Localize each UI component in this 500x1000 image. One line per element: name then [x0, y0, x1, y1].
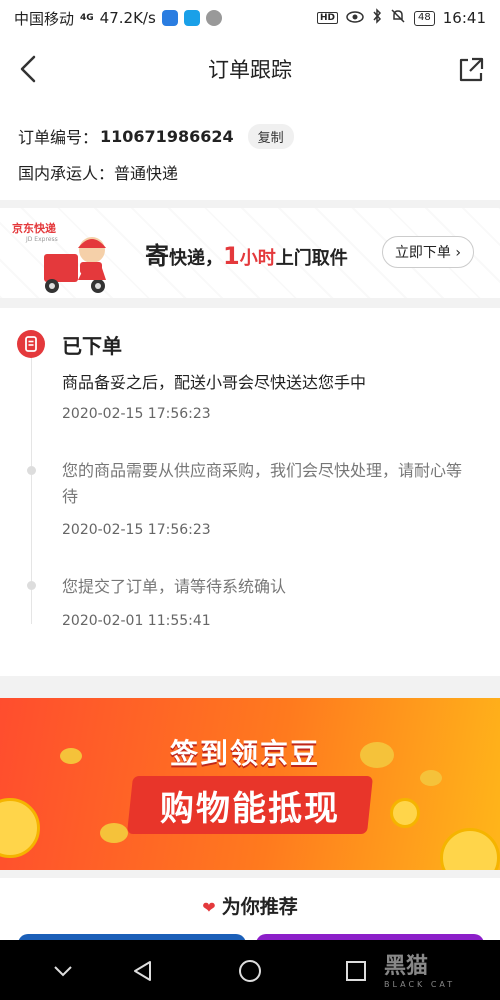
order-status-icon	[17, 330, 45, 358]
system-nav-bar: 黑猫 BLACK CAT	[0, 940, 500, 1000]
chevron-down-icon[interactable]	[50, 958, 76, 984]
app-notification-icon	[205, 10, 222, 26]
promo-subtitle: 购物能抵现	[160, 788, 340, 829]
timeline-event-message: 商品备妥之后，配送小哥会尽快送达您手中	[62, 373, 367, 392]
tracking-timeline: 已下单 商品备妥之后，配送小哥会尽快送达您手中 2020-02-15 17:56…	[0, 308, 500, 676]
chevron-right-icon: ›	[455, 245, 461, 261]
bean-decoration	[420, 770, 442, 786]
coin-decoration	[0, 798, 40, 858]
eye-icon	[346, 9, 364, 27]
promo-title: 签到领京豆	[170, 737, 321, 770]
app-notification-icon	[161, 10, 178, 26]
recommend-section: ❤ 为你推荐	[0, 878, 500, 944]
order-info-section: 订单编号： 110671986624 复制 国内承运人： 普通快递	[0, 102, 500, 200]
battery-indicator: 48	[414, 10, 435, 26]
order-status: 已下单	[62, 334, 122, 358]
bean-decoration	[60, 748, 82, 764]
promo-subtitle-box: 购物能抵现	[126, 776, 374, 834]
timeline-dot	[27, 581, 36, 590]
timeline-event-time: 2020-02-15 17:56:23	[62, 406, 211, 422]
heart-icon: ❤	[202, 898, 216, 917]
back-button[interactable]	[16, 54, 44, 84]
watermark: 黑猫 BLACK CAT	[384, 954, 456, 989]
timeline-event-message: 您的商品需要从供应商采购，我们会尽快处理，请耐心等待	[62, 461, 463, 506]
hd-icon: HD	[317, 12, 339, 24]
share-icon	[459, 57, 484, 82]
courier-illustration	[44, 237, 106, 293]
recommend-title: ❤ 为你推荐	[202, 896, 298, 918]
coin-decoration	[390, 798, 420, 828]
mute-bell-icon	[390, 8, 406, 28]
home-circle-icon[interactable]	[237, 958, 263, 984]
carrier-label: 国内承运人：	[18, 164, 115, 183]
chevron-left-icon	[20, 55, 36, 83]
banner-slogan: 寄快递，1小时上门取件	[145, 242, 348, 270]
network-type: 4G	[80, 12, 94, 23]
bluetooth-icon	[372, 8, 382, 28]
page-header: 订单跟踪	[0, 36, 500, 102]
jd-express-banner[interactable]: 京东快递 JD Express 寄快递，1小时上门取件 立即下单 ›	[0, 208, 500, 298]
carrier-value: 普通快递	[114, 164, 179, 183]
share-button[interactable]	[456, 54, 486, 84]
timeline-event-time: 2020-02-01 11:55:41	[62, 613, 211, 629]
bean-decoration	[360, 742, 394, 768]
timeline-event-message: 您提交了订单，请等待系统确认	[62, 577, 287, 596]
coin-decoration	[440, 828, 500, 870]
sign-in-promo-banner[interactable]: 签到领京豆 购物能抵现	[0, 698, 500, 870]
page-title: 订单跟踪	[208, 58, 292, 82]
app-notification-icon	[183, 10, 200, 26]
back-triangle-icon[interactable]	[130, 958, 156, 984]
order-number: 110671986624	[100, 126, 234, 146]
order-now-button[interactable]: 立即下单 ›	[381, 236, 474, 268]
network-speed: 47.2K/s	[99, 9, 156, 27]
timeline-event-time: 2020-02-15 17:56:23	[62, 522, 211, 538]
clock: 16:41	[442, 9, 486, 27]
carrier-name: 中国移动	[14, 9, 75, 28]
copy-button[interactable]: 复制	[247, 123, 294, 149]
order-number-label: 订单编号：	[18, 128, 99, 147]
bean-decoration	[100, 823, 128, 843]
timeline-dot	[27, 466, 36, 475]
status-bar: 中国移动 4G 47.2K/s HD 48 16:41	[0, 0, 500, 36]
recents-square-icon[interactable]	[343, 958, 369, 984]
